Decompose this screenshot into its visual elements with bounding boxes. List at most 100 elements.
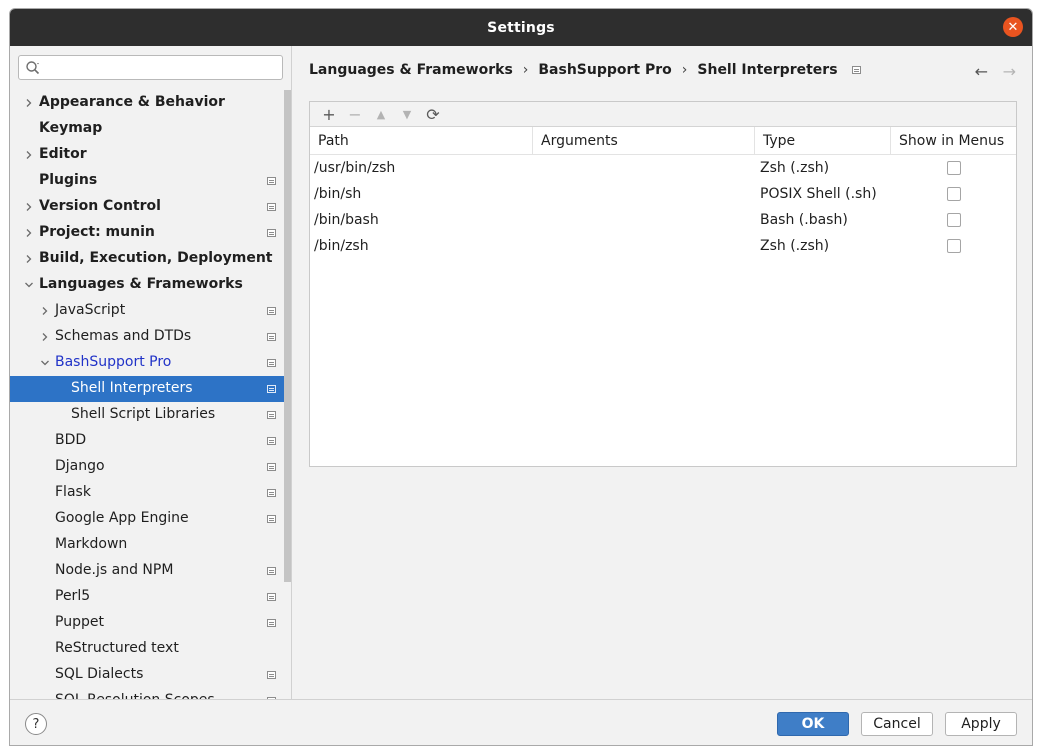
show-in-menus-checkbox[interactable] xyxy=(947,161,961,175)
path-cell[interactable]: /bin/bash xyxy=(314,207,379,233)
project-config-icon xyxy=(267,333,276,341)
chevron-down-icon[interactable] xyxy=(23,279,35,291)
sidebar-item[interactable]: BDD xyxy=(10,428,284,454)
sidebar-item[interactable]: Markdown xyxy=(10,532,284,558)
sidebar-item-label: Languages & Frameworks xyxy=(39,276,243,292)
help-button[interactable]: ? xyxy=(25,713,47,735)
sidebar-item[interactable]: BashSupport Pro xyxy=(10,350,284,376)
sidebar-item-label: JavaScript xyxy=(55,302,126,318)
project-config-icon xyxy=(267,385,276,393)
table-row[interactable]: /bin/bash Bash (.bash) xyxy=(310,207,1016,233)
type-cell[interactable]: POSIX Shell (.sh) xyxy=(760,181,877,207)
project-config-icon xyxy=(267,229,276,237)
sidebar-item-label: Version Control xyxy=(39,198,161,214)
sidebar-item-label: Schemas and DTDs xyxy=(55,328,192,344)
sidebar-scrollbar[interactable] xyxy=(284,90,291,582)
add-icon[interactable]: + xyxy=(316,103,342,125)
sidebar-item[interactable]: ReStructured text xyxy=(10,636,284,662)
sidebar-item[interactable]: Perl5 xyxy=(10,584,284,610)
chevron-right-icon[interactable] xyxy=(23,227,35,239)
chevron-down-icon[interactable] xyxy=(39,357,51,369)
show-in-menus-checkbox[interactable] xyxy=(947,213,961,227)
chevron-right-icon[interactable] xyxy=(23,253,35,265)
back-arrow-icon[interactable]: ← xyxy=(975,62,988,81)
project-config-icon xyxy=(267,593,276,601)
sidebar-item[interactable]: Version Control xyxy=(10,194,284,220)
type-cell[interactable]: Zsh (.zsh) xyxy=(760,155,829,181)
table-header: Path Arguments Type Show in Menus xyxy=(310,127,1016,155)
sidebar-item[interactable]: SQL Dialects xyxy=(10,662,284,688)
project-config-icon xyxy=(267,619,276,627)
show-in-menus-checkbox[interactable] xyxy=(947,187,961,201)
sidebar-item[interactable]: Languages & Frameworks xyxy=(10,272,284,298)
path-cell[interactable]: /bin/sh xyxy=(314,181,361,207)
project-config-icon xyxy=(267,463,276,471)
sidebar-item-label: Markdown xyxy=(55,536,128,552)
project-config-icon xyxy=(267,177,276,185)
path-cell[interactable]: /usr/bin/zsh xyxy=(314,155,395,181)
column-header-type[interactable]: Type xyxy=(755,127,891,155)
move-up-icon[interactable]: ▲ xyxy=(368,103,394,125)
type-cell[interactable]: Bash (.bash) xyxy=(760,207,848,233)
forward-arrow-icon[interactable]: → xyxy=(1003,62,1016,81)
title-bar[interactable]: Settings ✕ xyxy=(10,9,1032,46)
sidebar-item-label: Node.js and NPM xyxy=(55,562,174,578)
breadcrumb-item: Shell Interpreters xyxy=(697,62,838,78)
move-down-icon[interactable]: ▼ xyxy=(394,103,420,125)
project-config-icon xyxy=(267,307,276,315)
sidebar-item[interactable]: Shell Interpreters xyxy=(10,376,284,402)
sidebar-item[interactable]: JavaScript xyxy=(10,298,284,324)
show-in-menus-checkbox[interactable] xyxy=(947,239,961,253)
sidebar-item[interactable]: Google App Engine xyxy=(10,506,284,532)
settings-content: Languages & Frameworks › BashSupport Pro… xyxy=(293,46,1032,699)
cancel-button[interactable]: Cancel xyxy=(861,712,933,736)
sidebar-item[interactable]: Node.js and NPM xyxy=(10,558,284,584)
sidebar-item[interactable]: Flask xyxy=(10,480,284,506)
sidebar-item[interactable]: Shell Script Libraries xyxy=(10,402,284,428)
chevron-right-icon[interactable] xyxy=(39,331,51,343)
window-title: Settings xyxy=(487,19,555,36)
refresh-icon[interactable]: ⟳ xyxy=(420,103,446,125)
table-row[interactable]: /usr/bin/zsh Zsh (.zsh) xyxy=(310,155,1016,181)
column-header-path[interactable]: Path xyxy=(310,127,533,155)
chevron-right-icon[interactable] xyxy=(23,201,35,213)
column-header-arguments[interactable]: Arguments xyxy=(533,127,755,155)
sidebar-item[interactable]: Django xyxy=(10,454,284,480)
sidebar-item-label: Editor xyxy=(39,146,87,162)
chevron-right-icon[interactable] xyxy=(23,97,35,109)
sidebar-item-label: Django xyxy=(55,458,105,474)
table-body: /usr/bin/zsh Zsh (.zsh) /bin/sh POSIX Shell… xyxy=(310,155,1016,259)
close-icon: ✕ xyxy=(1007,19,1019,35)
type-cell[interactable]: Zsh (.zsh) xyxy=(760,233,829,259)
sidebar-item[interactable]: Build, Execution, Deployment xyxy=(10,246,284,272)
project-config-icon xyxy=(851,66,861,74)
sidebar-item[interactable]: SQL Resolution Scopes xyxy=(10,688,284,699)
table-row[interactable]: /bin/zsh Zsh (.zsh) xyxy=(310,233,1016,259)
project-config-icon xyxy=(267,567,276,575)
sidebar-item-label: BDD xyxy=(55,432,87,448)
table-row[interactable]: /bin/sh POSIX Shell (.sh) xyxy=(310,181,1016,207)
search-input[interactable] xyxy=(45,58,277,77)
sidebar-item[interactable]: Keymap xyxy=(10,116,284,142)
sidebar-item-label: SQL Resolution Scopes xyxy=(55,692,215,699)
sidebar-item[interactable]: Appearance & Behavior xyxy=(10,90,284,116)
column-header-show-in-menus[interactable]: Show in Menus xyxy=(891,127,1016,155)
project-config-icon xyxy=(267,671,276,679)
project-config-icon xyxy=(267,359,276,367)
sidebar-item[interactable]: Plugins xyxy=(10,168,284,194)
apply-button[interactable]: Apply xyxy=(945,712,1017,736)
sidebar-item[interactable]: Editor xyxy=(10,142,284,168)
path-cell[interactable]: /bin/zsh xyxy=(314,233,369,259)
search-box[interactable] xyxy=(18,55,283,80)
close-window-button[interactable]: ✕ xyxy=(1003,17,1023,37)
sidebar-item[interactable]: Puppet xyxy=(10,610,284,636)
chevron-right-icon[interactable] xyxy=(23,149,35,161)
sidebar-item[interactable]: Schemas and DTDs xyxy=(10,324,284,350)
ok-button[interactable]: OK xyxy=(777,712,849,736)
remove-icon[interactable]: − xyxy=(342,103,368,125)
sidebar-item[interactable]: Project: munin xyxy=(10,220,284,246)
dialog-footer: ? OK Cancel Apply xyxy=(10,699,1032,745)
chevron-right-icon[interactable] xyxy=(39,305,51,317)
sidebar-item-label: Perl5 xyxy=(55,588,91,604)
sidebar-item-label: Shell Script Libraries xyxy=(71,406,216,422)
